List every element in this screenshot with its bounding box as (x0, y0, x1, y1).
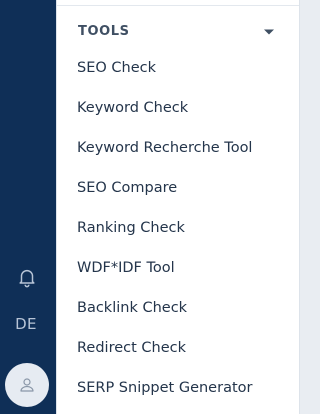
caret-down-icon[interactable] (263, 28, 275, 36)
user-icon (20, 378, 34, 392)
menu-item-ranking-check[interactable]: Ranking Check (77, 220, 185, 236)
left-rail: DE (0, 0, 56, 414)
tools-section-title[interactable]: TOOLS (78, 24, 130, 39)
menu-item-wdf-idf-tool[interactable]: WDF*IDF Tool (77, 260, 175, 276)
menu-item-seo-compare[interactable]: SEO Compare (77, 180, 177, 196)
menu-item-serp-snippet[interactable]: SERP Snippet Generator (77, 380, 252, 396)
menu-item-keyword-check[interactable]: Keyword Check (77, 100, 188, 116)
divider (57, 5, 299, 6)
menu-item-seo-check[interactable]: SEO Check (77, 60, 156, 76)
language-switcher[interactable]: DE (0, 315, 52, 333)
menu-item-backlink-check[interactable]: Backlink Check (77, 300, 187, 316)
avatar[interactable] (5, 363, 49, 407)
tools-menu-panel: TOOLS SEO Check Keyword Check Keyword Re… (56, 0, 300, 414)
menu-item-redirect-check[interactable]: Redirect Check (77, 340, 186, 356)
menu-item-keyword-recherche[interactable]: Keyword Recherche Tool (77, 140, 252, 156)
bell-icon[interactable] (16, 266, 38, 288)
